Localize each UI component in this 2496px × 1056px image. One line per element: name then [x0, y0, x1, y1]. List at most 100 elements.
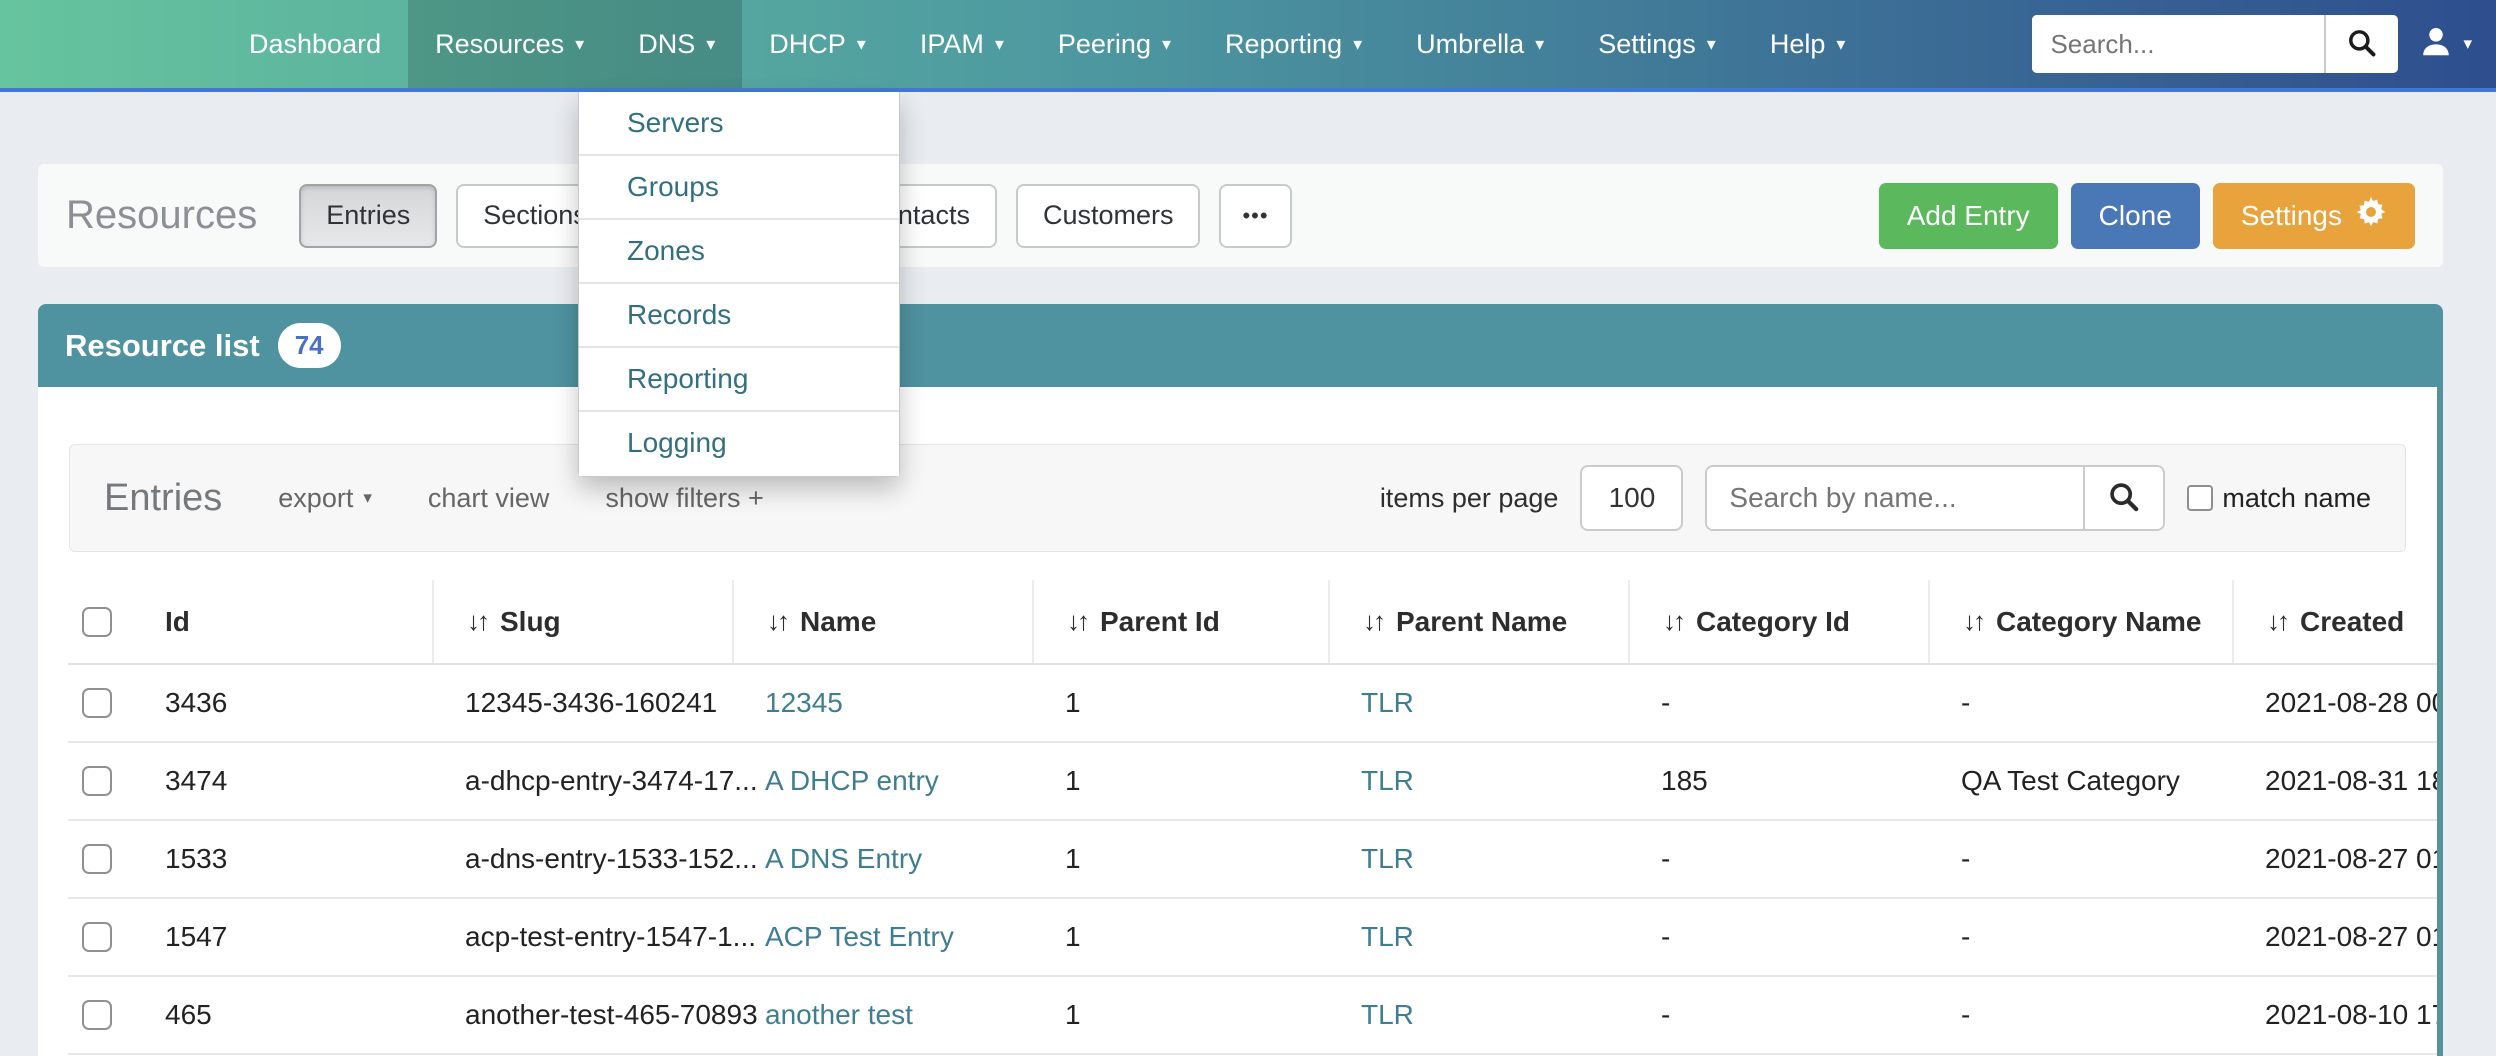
- items-per-page-input[interactable]: [1580, 465, 1683, 531]
- parent-name-link[interactable]: TLR: [1361, 999, 1414, 1030]
- row-checkbox[interactable]: [82, 922, 112, 952]
- nav-item-dns[interactable]: DNS▾: [611, 0, 742, 88]
- nav-item-resources[interactable]: Resources▾: [408, 0, 611, 88]
- parent-name-link[interactable]: TLR: [1361, 843, 1414, 874]
- row-checkbox[interactable]: [82, 766, 112, 796]
- column-header-name[interactable]: ↓↑Name: [732, 580, 1032, 663]
- dns-menu-item-zones[interactable]: Zones: [579, 220, 899, 284]
- dns-menu-item-servers[interactable]: Servers: [579, 92, 899, 156]
- cell-category-id: -: [1628, 843, 1928, 875]
- nav-item-help[interactable]: Help▾: [1743, 0, 1873, 88]
- more-tabs-button[interactable]: •••: [1219, 184, 1291, 248]
- add-entry-button[interactable]: Add Entry: [1879, 183, 2058, 249]
- column-header-category-id[interactable]: ↓↑Category Id: [1628, 580, 1928, 663]
- tab-customers[interactable]: Customers: [1016, 184, 1201, 248]
- table-row: 465 another-test-465-70893 another test …: [68, 977, 2437, 1055]
- parent-name-link[interactable]: TLR: [1361, 921, 1414, 952]
- cell-slug: a-dhcp-entry-3474-17...: [432, 765, 732, 797]
- row-checkbox[interactable]: [82, 844, 112, 874]
- column-header-parent-name[interactable]: ↓↑Parent Name: [1328, 580, 1628, 663]
- row-checkbox[interactable]: [82, 688, 112, 718]
- chevron-down-icon: ▾: [1707, 34, 1716, 55]
- toolbar-right: items per page match name: [1380, 465, 2371, 531]
- select-all-checkbox[interactable]: [82, 607, 112, 637]
- dns-menu-item-logging[interactable]: Logging: [579, 412, 899, 476]
- cell-created: 2021-08-27 01: [2232, 921, 2443, 953]
- top-navbar: Dashboard Resources▾ DNS▾ DHCP▾ IPAM▾ Pe…: [0, 0, 2496, 92]
- nav-item-settings[interactable]: Settings▾: [1571, 0, 1743, 88]
- sort-icon: ↓↑: [767, 606, 787, 637]
- nav-item-dashboard[interactable]: Dashboard: [222, 0, 408, 88]
- show-filters-link[interactable]: show filters +: [605, 483, 763, 514]
- settings-button[interactable]: Settings: [2213, 183, 2415, 249]
- match-name-control: match name: [2187, 483, 2371, 514]
- table-row: 1547 acp-test-entry-1547-1... ACP Test E…: [68, 899, 2437, 977]
- cell-created: 2021-08-10 17: [2232, 999, 2443, 1031]
- parent-name-link[interactable]: TLR: [1361, 687, 1414, 718]
- cell-category-id: -: [1628, 999, 1928, 1031]
- entry-name-link[interactable]: 12345: [765, 687, 843, 718]
- page-header: Resources Entries Sections Categories Co…: [38, 164, 2443, 267]
- cell-slug: another-test-465-70893: [432, 999, 732, 1031]
- chart-view-link[interactable]: chart view: [428, 483, 550, 514]
- row-checkbox[interactable]: [82, 1000, 112, 1030]
- nav-item-reporting[interactable]: Reporting ▾: [1198, 0, 1389, 88]
- column-header-parent-id[interactable]: ↓↑Parent Id: [1032, 580, 1328, 663]
- column-header-id[interactable]: Id: [132, 580, 432, 663]
- nav-item-umbrella[interactable]: Umbrella▾: [1389, 0, 1571, 88]
- cell-category-name: -: [1928, 921, 2232, 953]
- entry-name-link[interactable]: another test: [765, 999, 913, 1030]
- column-header-category-name[interactable]: ↓↑Category Name: [1928, 580, 2232, 663]
- nav-item-label: Reporting: [1225, 29, 1342, 60]
- column-header-slug[interactable]: ↓↑Slug: [432, 580, 732, 663]
- dns-menu-item-groups[interactable]: Groups: [579, 156, 899, 220]
- cell-category-id: -: [1628, 687, 1928, 719]
- nav-item-label: DHCP: [769, 29, 846, 60]
- nav-item-label: Resources: [435, 29, 564, 60]
- chevron-down-icon: ▾: [706, 34, 715, 55]
- clone-button[interactable]: Clone: [2071, 183, 2200, 249]
- entry-name-link[interactable]: A DHCP entry: [765, 765, 939, 796]
- entry-name-link[interactable]: ACP Test Entry: [765, 921, 954, 952]
- cell-parent-id: 1: [1032, 921, 1328, 953]
- nav-item-label: Peering: [1058, 29, 1151, 60]
- nav-item-peering[interactable]: Peering▾: [1031, 0, 1198, 88]
- cell-category-name: -: [1928, 687, 2232, 719]
- cell-category-id: 185: [1628, 765, 1928, 797]
- dns-menu-item-reporting[interactable]: Reporting: [579, 348, 899, 412]
- items-per-page-label: items per page: [1380, 483, 1559, 514]
- table-search: [1705, 465, 2165, 531]
- table-row: 1533 a-dns-entry-1533-152... A DNS Entry…: [68, 821, 2437, 899]
- resource-list-panel: Entries export ▾ chart view show filters…: [38, 387, 2443, 1056]
- table-header-row: Id ↓↑Slug ↓↑Name ↓↑Parent Id ↓↑Parent Na…: [68, 580, 2437, 665]
- dns-menu-item-records[interactable]: Records: [579, 284, 899, 348]
- table-search-input[interactable]: [1707, 467, 2083, 529]
- column-header-created[interactable]: ↓↑Created: [2232, 580, 2443, 663]
- nav-menu: Dashboard Resources▾ DNS▾ DHCP▾ IPAM▾ Pe…: [222, 0, 1872, 88]
- match-name-label: match name: [2222, 483, 2371, 514]
- chevron-down-icon: ▾: [1353, 34, 1362, 55]
- cell-parent-id: 1: [1032, 765, 1328, 797]
- table-search-button[interactable]: [2083, 467, 2163, 529]
- resource-count-badge: 74: [278, 323, 341, 368]
- nav-item-dhcp[interactable]: DHCP ▾: [742, 0, 893, 88]
- nav-item-ipam[interactable]: IPAM▾: [893, 0, 1031, 88]
- search-icon: [2346, 27, 2378, 62]
- cell-created: 2021-08-31 18: [2232, 765, 2443, 797]
- match-name-checkbox[interactable]: [2187, 485, 2213, 511]
- navbar-search-input[interactable]: [2032, 15, 2324, 73]
- cell-parent-id: 1: [1032, 999, 1328, 1031]
- tab-entries[interactable]: Entries: [299, 184, 437, 248]
- entries-section-title: Entries: [104, 477, 222, 520]
- cell-created: 2021-08-27 01: [2232, 843, 2443, 875]
- navbar-search: [2032, 15, 2398, 73]
- chevron-down-icon: ▾: [857, 34, 866, 55]
- parent-name-link[interactable]: TLR: [1361, 765, 1414, 796]
- user-menu[interactable]: ▾: [2418, 24, 2472, 65]
- cell-parent-id: 1: [1032, 843, 1328, 875]
- navbar-search-button[interactable]: [2324, 15, 2398, 73]
- entry-name-link[interactable]: A DNS Entry: [765, 843, 922, 874]
- export-dropdown[interactable]: export ▾: [278, 483, 372, 514]
- page-title: Resources: [66, 193, 257, 238]
- entries-table: Id ↓↑Slug ↓↑Name ↓↑Parent Id ↓↑Parent Na…: [68, 580, 2437, 1055]
